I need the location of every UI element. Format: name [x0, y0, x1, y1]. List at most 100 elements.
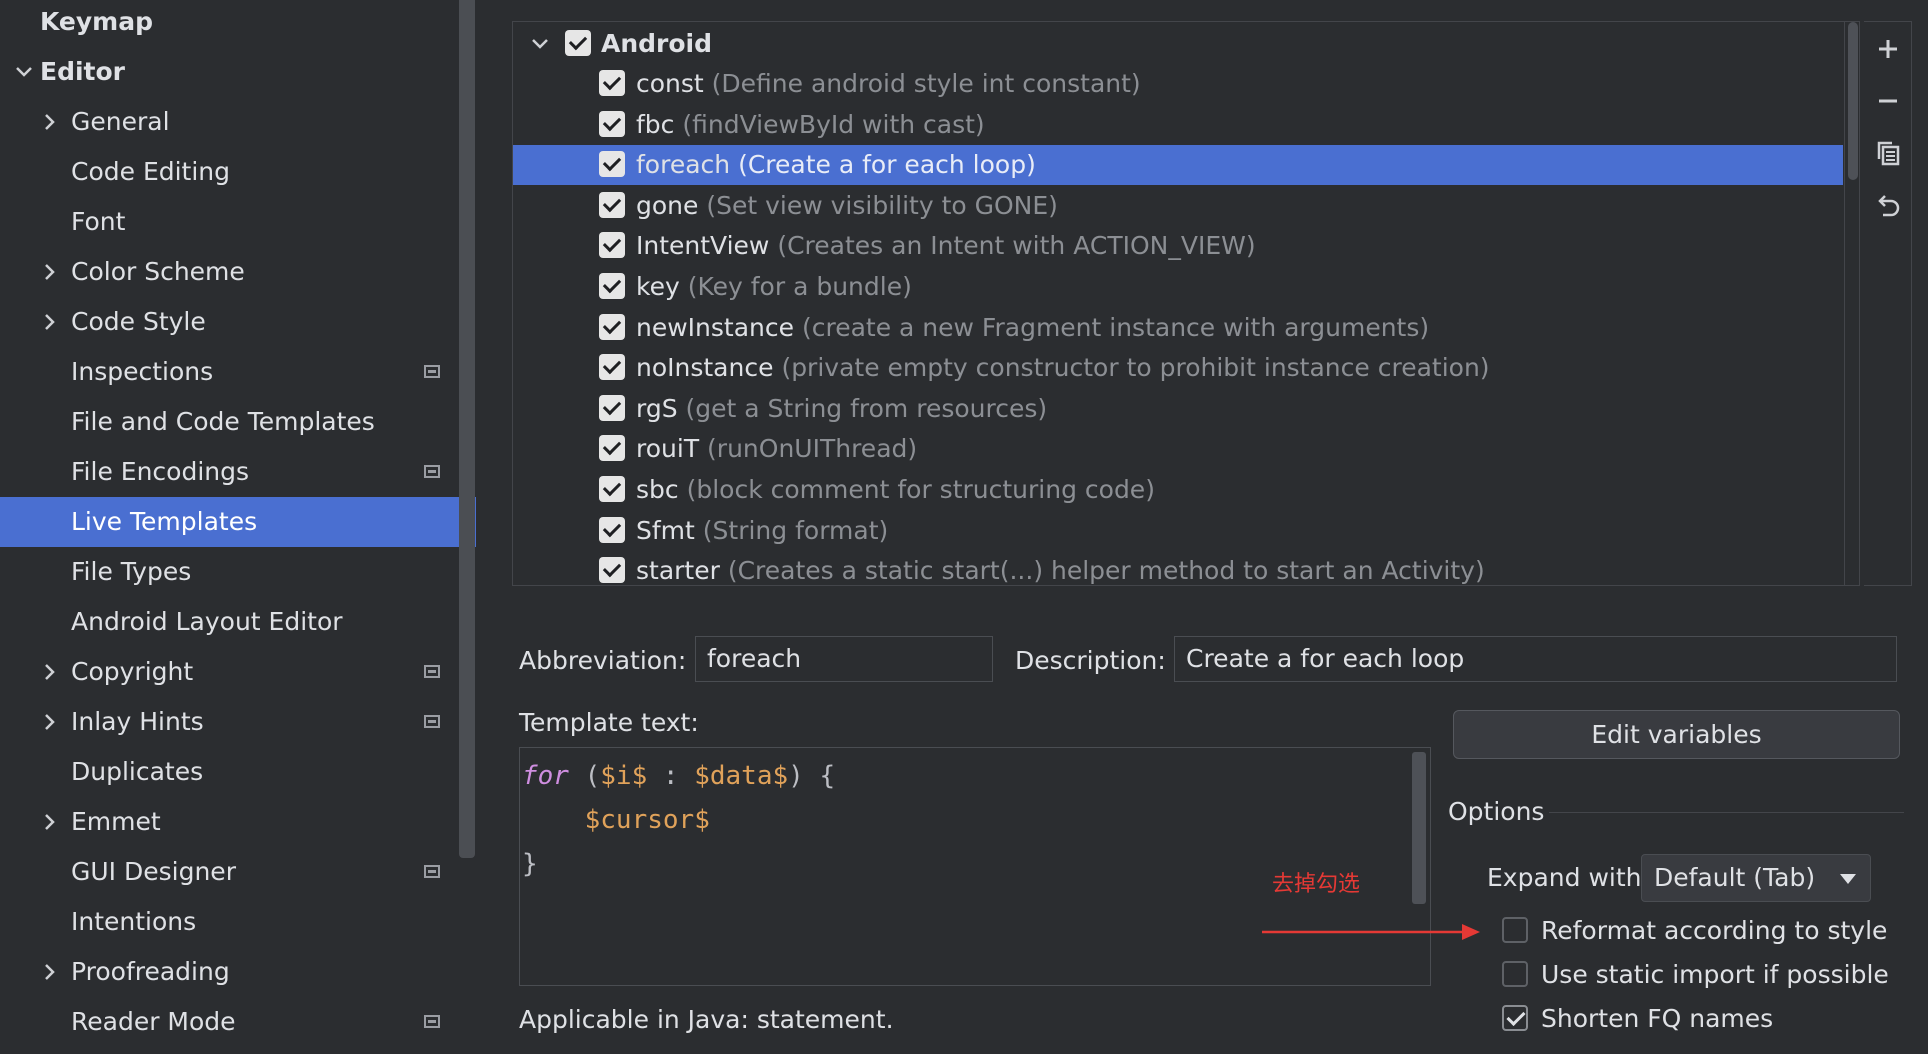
template-description: (Define android style int constant) [711, 69, 1141, 98]
sidebar-item-color-scheme[interactable]: Color Scheme [0, 247, 476, 297]
copy-icon [1877, 141, 1900, 166]
sidebar-item-live-templates[interactable]: Live Templates [0, 497, 476, 547]
sidebar-item-label: Code Editing [71, 157, 231, 186]
option-checkbox[interactable] [1502, 1005, 1528, 1031]
sidebar-item-label: GUI Designer [71, 857, 236, 886]
sidebar-item-emmet[interactable]: Emmet [0, 797, 476, 847]
template-row-sbc[interactable]: sbc (block comment for structuring code) [513, 470, 1843, 510]
edit-variables-button[interactable]: Edit variables [1453, 710, 1900, 759]
template-row-key[interactable]: key (Key for a bundle) [513, 267, 1843, 307]
add-button[interactable] [1864, 25, 1912, 73]
template-row-intentview[interactable]: IntentView (Creates an Intent with ACTIO… [513, 226, 1843, 266]
template-checkbox[interactable] [599, 110, 625, 137]
option-checkbox[interactable] [1502, 961, 1528, 987]
template-abbreviation: gone [636, 190, 699, 220]
sidebar-item-font[interactable]: Font [0, 197, 476, 247]
template-checkbox[interactable] [599, 435, 625, 462]
remove-button[interactable] [1864, 77, 1912, 125]
abbreviation-label: Abbreviation: [519, 646, 687, 675]
chevron-down-icon[interactable] [529, 24, 551, 64]
sidebar-item-label: Emmet [71, 807, 161, 836]
sidebar-item-label: Code Style [71, 307, 206, 336]
template-row-rgs[interactable]: rgS (get a String from resources) [513, 389, 1843, 429]
template-abbreviation: newInstance [636, 312, 795, 342]
sidebar-scrollbar[interactable] [459, 0, 475, 858]
template-checkbox[interactable] [599, 191, 625, 218]
editor-scrollbar[interactable] [1412, 752, 1426, 904]
sidebar-item-label: General [71, 107, 170, 136]
template-row-const[interactable]: const (Define android style int constant… [513, 64, 1843, 104]
chevron-right-icon[interactable] [40, 647, 60, 697]
chevron-right-icon[interactable] [40, 947, 60, 997]
chevron-right-icon[interactable] [40, 797, 60, 847]
template-entry: sbc (block comment for structuring code) [636, 470, 1155, 510]
restore-defaults-button[interactable] [1864, 181, 1912, 229]
sidebar-item-duplicates[interactable]: Duplicates [0, 747, 476, 797]
template-row-noinstance[interactable]: noInstance (private empty constructor to… [513, 348, 1843, 388]
template-row-fbc[interactable]: fbc (findViewById with cast) [513, 105, 1843, 145]
project-scope-icon [424, 1015, 440, 1028]
copy-button[interactable] [1864, 129, 1912, 177]
options-title: Options [1448, 797, 1545, 826]
template-checkbox[interactable] [599, 313, 625, 340]
template-checkbox[interactable] [599, 232, 625, 259]
template-checkbox[interactable] [599, 273, 625, 299]
template-row-foreach[interactable]: foreach (Create a for each loop) [513, 145, 1843, 186]
sidebar-item-gui-designer[interactable]: GUI Designer [0, 847, 476, 897]
template-group-android[interactable]: Android [513, 24, 1843, 64]
sidebar-item-android-layout-editor[interactable]: Android Layout Editor [0, 597, 476, 647]
sidebar-item-reader-mode[interactable]: Reader Mode [0, 997, 476, 1047]
sidebar-item-code-style[interactable]: Code Style [0, 297, 476, 347]
sidebar-item-editor[interactable]: Editor [0, 47, 476, 97]
template-row-starter[interactable]: starter (Creates a static start(...) hel… [513, 551, 1843, 585]
annotation-arrow-icon [1262, 924, 1480, 940]
chevron-right-icon[interactable] [40, 697, 60, 747]
abbreviation-field[interactable]: foreach [695, 636, 993, 682]
applicable-context: Applicable in Java: statement. [519, 1005, 894, 1034]
template-entry: rouiT (runOnUIThread) [636, 429, 917, 469]
annotation-text: 去掉勾选 [1272, 872, 1361, 897]
template-row-newinstance[interactable]: newInstance (create a new Fragment insta… [513, 308, 1843, 348]
template-checkbox[interactable] [599, 354, 625, 381]
template-checkbox[interactable] [599, 476, 625, 502]
template-row-rouit[interactable]: rouiT (runOnUIThread) [513, 429, 1843, 469]
option-label: Shorten FQ names [1541, 1004, 1774, 1033]
template-abbreviation: noInstance [636, 353, 774, 383]
template-row-sfmt[interactable]: Sfmt (String format) [513, 511, 1843, 551]
template-checkbox[interactable] [599, 516, 625, 543]
template-entry: Sfmt (String format) [636, 511, 888, 551]
description-field[interactable]: Create a for each loop [1174, 636, 1897, 682]
expand-with-select[interactable]: Default (Tab) [1641, 854, 1871, 902]
sidebar-item-inlay-hints[interactable]: Inlay Hints [0, 697, 476, 747]
sidebar-item-file-encodings[interactable]: File Encodings [0, 447, 476, 497]
sidebar-item-intentions[interactable]: Intentions [0, 897, 476, 947]
option-checkbox[interactable] [1502, 917, 1528, 943]
code-keyword: for [522, 761, 569, 791]
template-row-gone[interactable]: gone (Set view visibility to GONE) [513, 186, 1843, 226]
sidebar-item-file-and-code-templates[interactable]: File and Code Templates [0, 397, 476, 447]
chevron-right-icon[interactable] [40, 247, 60, 297]
sidebar-item-code-editing[interactable]: Code Editing [0, 147, 476, 197]
sidebar-item-general[interactable]: General [0, 97, 476, 147]
template-abbreviation: const [636, 69, 704, 98]
sidebar-item-file-types[interactable]: File Types [0, 547, 476, 597]
template-description: (get a String from resources) [685, 393, 1048, 423]
sidebar-item-label: Color Scheme [71, 257, 245, 286]
template-checkbox[interactable] [599, 557, 625, 584]
sidebar-item-copyright[interactable]: Copyright [0, 647, 476, 697]
tree-scrollbar-thumb[interactable] [1848, 22, 1858, 180]
chevron-down-icon[interactable] [14, 47, 34, 97]
code-end: } [522, 849, 538, 879]
sidebar-item-proofreading[interactable]: Proofreading [0, 947, 476, 997]
sidebar-item-keymap[interactable]: Keymap [0, 0, 476, 47]
template-entry: fbc (findViewById with cast) [636, 105, 985, 145]
template-checkbox[interactable] [599, 70, 625, 96]
sidebar-item-inspections[interactable]: Inspections [0, 347, 476, 397]
template-checkbox[interactable] [599, 394, 625, 421]
project-scope-icon [424, 865, 440, 878]
chevron-right-icon[interactable] [40, 297, 60, 347]
tree-scrollbar[interactable] [1844, 22, 1859, 585]
template-checkbox[interactable] [599, 151, 625, 178]
group-checkbox[interactable] [565, 30, 591, 56]
chevron-right-icon[interactable] [40, 97, 60, 147]
